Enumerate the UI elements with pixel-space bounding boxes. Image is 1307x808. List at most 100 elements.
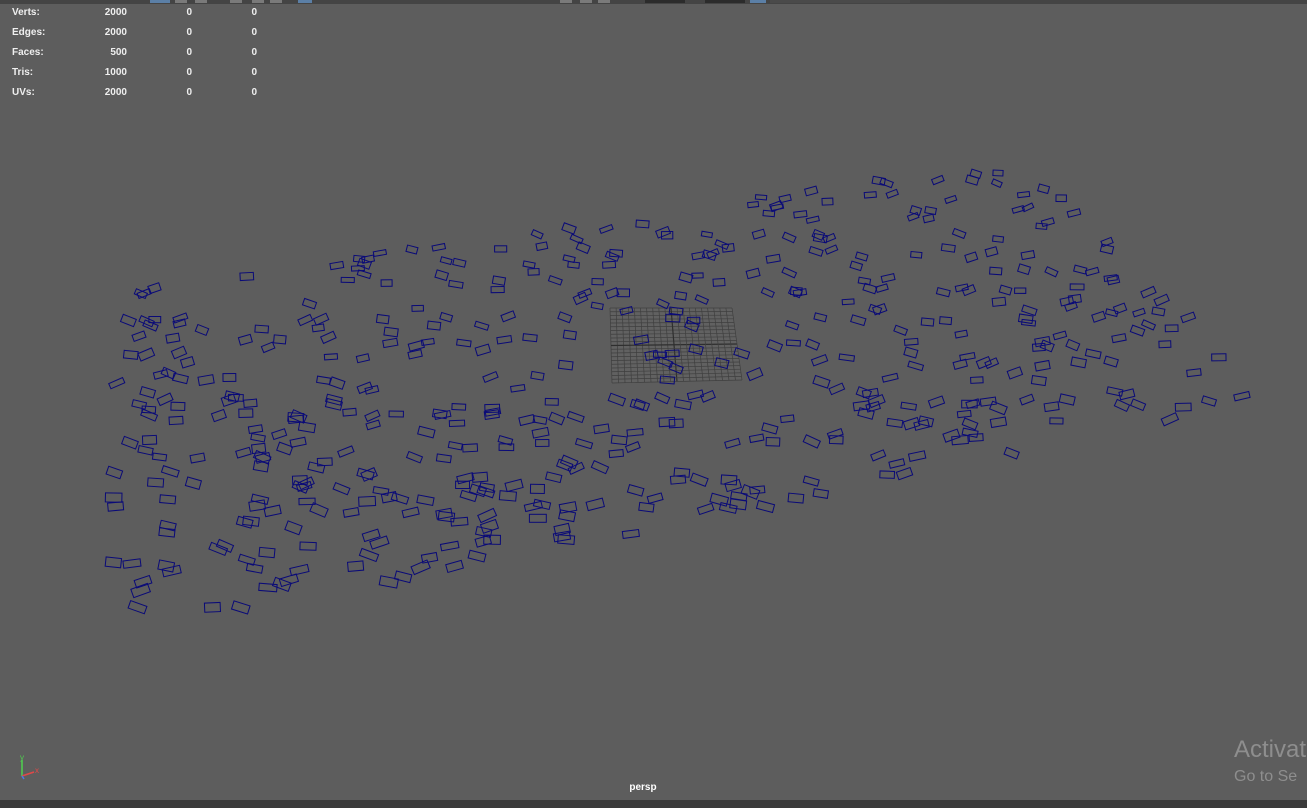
plane-mesh[interactable] (138, 315, 155, 328)
scene-canvas[interactable] (0, 0, 1307, 808)
plane-mesh[interactable] (802, 475, 820, 487)
plane-mesh[interactable] (329, 260, 345, 271)
plane-mesh[interactable] (808, 245, 824, 257)
plane-mesh[interactable] (751, 228, 766, 240)
plane-mesh[interactable] (289, 563, 310, 577)
plane-mesh[interactable] (893, 324, 909, 336)
plane-mesh[interactable] (970, 376, 984, 384)
plane-mesh[interactable] (813, 312, 828, 323)
plane-mesh[interactable] (1084, 266, 1100, 277)
plane-mesh[interactable] (151, 452, 168, 462)
plane-mesh[interactable] (531, 426, 550, 439)
plane-mesh[interactable] (405, 244, 419, 255)
plane-mesh[interactable] (747, 200, 760, 209)
plane-mesh[interactable] (194, 323, 210, 337)
plane-mesh[interactable] (459, 489, 478, 503)
plane-mesh[interactable] (401, 506, 420, 519)
plane-mesh[interactable] (447, 441, 464, 451)
plane-mesh[interactable] (328, 376, 346, 390)
plane-mesh[interactable] (793, 210, 808, 219)
plane-mesh[interactable] (323, 353, 339, 361)
plane-mesh[interactable] (862, 282, 878, 295)
plane-mesh[interactable] (787, 492, 805, 504)
plane-mesh[interactable] (720, 474, 738, 486)
plane-mesh[interactable] (142, 319, 159, 332)
plane-mesh[interactable] (530, 228, 544, 240)
plane-mesh[interactable] (975, 356, 992, 370)
plane-mesh[interactable] (1058, 393, 1076, 406)
plane-mesh[interactable] (159, 494, 177, 505)
plane-mesh[interactable] (920, 317, 935, 327)
plane-mesh[interactable] (523, 500, 544, 513)
plane-mesh[interactable] (824, 244, 839, 255)
plane-mesh[interactable] (390, 492, 410, 505)
plane-mesh[interactable] (942, 428, 961, 443)
plane-mesh[interactable] (498, 490, 518, 502)
plane-mesh[interactable] (358, 547, 380, 563)
plane-mesh[interactable] (1016, 263, 1032, 276)
plane-mesh[interactable] (1084, 348, 1102, 360)
plane-mesh[interactable] (879, 177, 894, 189)
plane-mesh[interactable] (951, 227, 967, 240)
plane-mesh[interactable] (518, 414, 536, 427)
plane-mesh[interactable] (785, 339, 801, 347)
plane-mesh[interactable] (1073, 264, 1088, 275)
plane-mesh[interactable] (237, 553, 256, 566)
plane-mesh[interactable] (104, 492, 123, 503)
plane-mesh[interactable] (781, 231, 797, 244)
plane-mesh[interactable] (1034, 359, 1051, 372)
plane-mesh[interactable] (964, 251, 979, 264)
plane-mesh[interactable] (380, 279, 393, 287)
plane-mesh[interactable] (1059, 296, 1075, 307)
plane-mesh[interactable] (1021, 304, 1038, 317)
scattered-planes[interactable] (104, 168, 1251, 615)
plane-mesh[interactable] (765, 253, 781, 264)
plane-mesh[interactable] (179, 355, 196, 369)
plane-mesh[interactable] (930, 174, 945, 186)
plane-mesh[interactable] (1233, 390, 1251, 402)
plane-mesh[interactable] (838, 353, 856, 362)
plane-mesh[interactable] (746, 366, 764, 382)
plane-mesh[interactable] (910, 250, 923, 259)
plane-mesh[interactable] (598, 223, 614, 235)
plane-mesh[interactable] (567, 260, 581, 269)
plane-mesh[interactable] (372, 249, 388, 258)
plane-mesh[interactable] (254, 324, 270, 334)
plane-mesh[interactable] (378, 575, 399, 589)
plane-mesh[interactable] (1049, 417, 1064, 425)
plane-mesh[interactable] (952, 358, 969, 371)
plane-mesh[interactable] (104, 556, 123, 569)
plane-mesh[interactable] (250, 432, 266, 443)
plane-mesh[interactable] (868, 303, 883, 316)
plane-mesh[interactable] (474, 343, 492, 357)
plane-mesh[interactable] (748, 433, 765, 444)
plane-mesh[interactable] (312, 312, 330, 326)
plane-mesh[interactable] (235, 446, 252, 459)
plane-mesh[interactable] (812, 488, 830, 499)
plane-mesh[interactable] (762, 209, 776, 218)
plane-mesh[interactable] (989, 266, 1003, 276)
plane-mesh[interactable] (841, 298, 855, 306)
plane-mesh[interactable] (426, 320, 442, 331)
plane-mesh[interactable] (130, 582, 152, 599)
plane-mesh[interactable] (405, 450, 424, 464)
plane-mesh[interactable] (263, 504, 282, 518)
plane-mesh[interactable] (626, 428, 644, 437)
plane-mesh[interactable] (544, 471, 563, 484)
plane-mesh[interactable] (260, 341, 276, 354)
plane-mesh[interactable] (1180, 311, 1197, 324)
plane-mesh[interactable] (940, 243, 956, 253)
plane-mesh[interactable] (105, 465, 124, 480)
plane-mesh[interactable] (984, 357, 1000, 370)
plane-mesh[interactable] (137, 444, 154, 456)
plane-mesh[interactable] (562, 329, 577, 341)
plane-mesh[interactable] (383, 326, 399, 338)
plane-mesh[interactable] (548, 411, 566, 426)
plane-mesh[interactable] (724, 478, 742, 493)
plane-mesh[interactable] (456, 472, 475, 485)
plane-mesh[interactable] (969, 168, 983, 180)
plane-mesh[interactable] (854, 251, 869, 262)
plane-mesh[interactable] (1153, 293, 1170, 307)
plane-mesh[interactable] (462, 443, 479, 453)
plane-mesh[interactable] (784, 320, 800, 331)
